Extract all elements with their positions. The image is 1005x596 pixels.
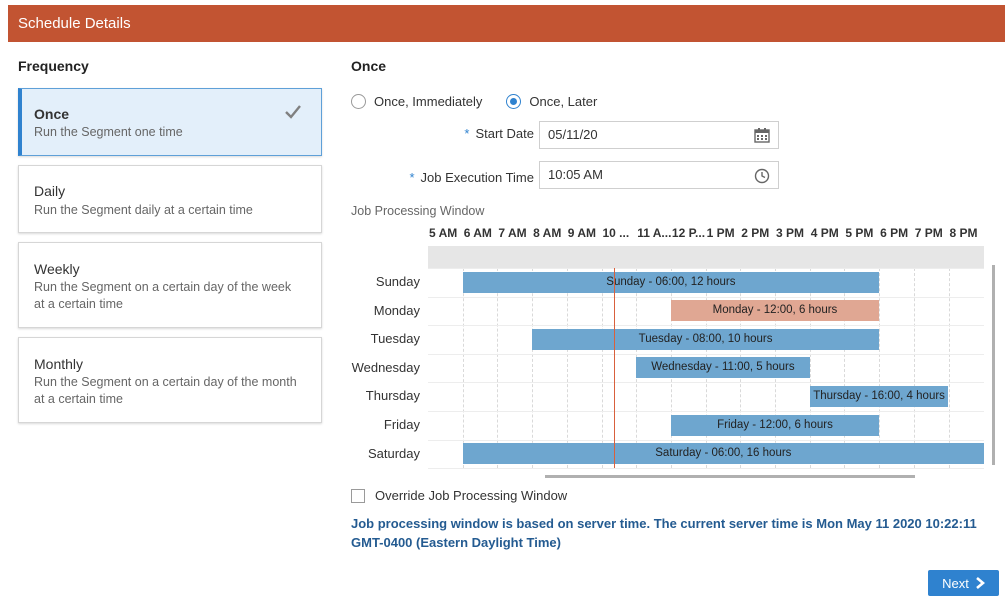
hour-header-label: 8 PM: [949, 226, 978, 240]
radio-once-immediately[interactable]: [351, 93, 366, 109]
grid-row-line: [428, 382, 984, 384]
schedule-bar-thursday[interactable]: Thursday - 16:00, 4 hours: [809, 385, 949, 407]
hour-header-label: 6 AM: [463, 226, 492, 240]
grid-vline: [532, 268, 534, 469]
chevron-right-icon: [976, 577, 985, 589]
frequency-option-title: Weekly: [34, 261, 80, 277]
current-time-indicator: [614, 268, 616, 469]
schedule-bar-friday[interactable]: Friday - 12:00, 6 hours: [670, 414, 880, 436]
grid-row-line: [428, 325, 984, 327]
grid-row-line: [428, 296, 984, 298]
hour-header-label: 4 PM: [810, 226, 839, 240]
hour-header-label: 3 PM: [776, 226, 805, 240]
hour-header-label: 8 AM: [533, 226, 562, 240]
override-row: Override Job Processing Window: [351, 488, 567, 503]
override-label[interactable]: Override Job Processing Window: [375, 488, 567, 503]
grid-vline: [601, 268, 603, 469]
required-asterisk: *: [464, 126, 470, 141]
hour-header-label: 1 PM: [706, 226, 735, 240]
grid-vline: [844, 268, 846, 469]
grid-row-line: [428, 439, 984, 441]
grid-vline: [913, 268, 915, 469]
hour-header-label: 6 PM: [880, 226, 909, 240]
frequency-option-desc: Run the Segment on a certain day of the …: [34, 280, 292, 311]
run-mode-radio-group: Once, Immediately Once, Later: [351, 93, 597, 109]
hour-header-label: 5 PM: [845, 226, 874, 240]
hour-header-row: 5 AM 6 AM 7 AM 8 AM 9 AM 10 ... 11 A... 12 P...…: [428, 222, 984, 245]
start-date-value: 05/11/20: [548, 127, 598, 142]
server-time-info: Job processing window is based on server…: [351, 516, 977, 550]
job-execution-time-field[interactable]: 10:05 AM: [539, 161, 779, 189]
day-label: Thursday: [365, 388, 420, 404]
hour-header-label: 12 P...: [671, 226, 706, 240]
day-label: Tuesday: [370, 331, 420, 347]
frequency-option-title: Monthly: [34, 356, 84, 372]
hour-header-label: 9 AM: [567, 226, 597, 240]
start-date-label: * Start Date: [464, 126, 534, 141]
next-button[interactable]: Next: [928, 570, 999, 596]
job-execution-time-label: * Job Execution Time: [409, 170, 534, 185]
start-date-field[interactable]: 05/11/20: [539, 121, 779, 149]
radio-once-later-label[interactable]: Once, Later: [529, 94, 597, 109]
grid-row-line: [428, 411, 984, 412]
frequency-option-desc: Run the Segment on a certain day of the …: [34, 375, 297, 406]
hour-header-label: 5 AM: [429, 226, 458, 240]
hour-header-label: 2 PM: [741, 226, 770, 240]
frequency-option-desc: Run the Segment one time: [34, 125, 183, 139]
hour-header-label: 7 PM: [914, 226, 943, 240]
frequency-option-monthly[interactable]: Monthly Run the Segment on a certain day…: [18, 337, 322, 423]
calendar-icon[interactable]: [754, 128, 770, 143]
next-button-label: Next: [942, 575, 969, 591]
hour-header-label: 11 A...: [637, 226, 672, 240]
required-asterisk: *: [409, 170, 415, 185]
frequency-option-once[interactable]: Once Run the Segment one time: [18, 88, 322, 156]
frequency-option-daily[interactable]: Daily Run the Segment daily at a certain…: [18, 165, 322, 233]
grid-vline: [497, 268, 499, 469]
schedule-bar-tuesday[interactable]: Tuesday - 08:00, 10 hours: [532, 328, 880, 350]
schedule-bar-monday[interactable]: Monday - 12:00, 6 hours: [670, 300, 880, 322]
clock-icon[interactable]: [754, 168, 770, 184]
once-title: Once: [351, 58, 387, 74]
schedule-details-header: Schedule Details: [8, 5, 1005, 42]
grid-row-line: [428, 268, 984, 269]
grid-header-band: [428, 246, 984, 268]
checkmark-icon: [285, 105, 301, 119]
day-label: Friday: [383, 417, 420, 432]
day-label: Sunday: [375, 274, 420, 289]
vertical-scrollbar[interactable]: [992, 265, 995, 465]
job-execution-time-value: 10:05 AM: [548, 167, 603, 182]
frequency-option-title: Daily: [34, 183, 66, 199]
horizontal-scrollbar[interactable]: [545, 475, 915, 478]
hour-header-label: 7 AM: [498, 226, 527, 240]
radio-once-later[interactable]: [506, 93, 522, 109]
schedule-bar-sunday[interactable]: Sunday - 06:00, 12 hours: [462, 271, 880, 293]
schedule-bar-wednesday[interactable]: Wednesday - 11:00, 5 hours: [636, 357, 810, 379]
grid-row-line: [428, 468, 984, 470]
override-checkbox[interactable]: [351, 488, 365, 503]
hour-header-label: 10 ...: [602, 226, 630, 240]
frequency-option-desc: Run the Segment daily at a certain time: [34, 203, 253, 217]
frequency-option-weekly[interactable]: Weekly Run the Segment on a certain day …: [18, 242, 322, 328]
grid-row-line: [428, 353, 984, 355]
grid-vline: [948, 268, 950, 469]
grid-vline: [462, 268, 464, 469]
job-processing-window-label: Job Processing Window: [351, 204, 485, 218]
grid-vline: [809, 268, 811, 469]
header-title: Schedule Details: [18, 15, 131, 32]
frequency-title: Frequency: [18, 58, 89, 74]
radio-once-immediately-label[interactable]: Once, Immediately: [374, 94, 482, 109]
day-label: Wednesday: [351, 359, 420, 375]
grid-vline: [566, 268, 568, 469]
schedule-bar-saturday[interactable]: Saturday - 06:00, 16 hours: [462, 443, 984, 465]
day-label: Monday: [373, 302, 420, 318]
day-label: Saturday: [367, 445, 420, 461]
grid-vline: [879, 268, 881, 469]
frequency-option-title: Once: [34, 106, 70, 122]
